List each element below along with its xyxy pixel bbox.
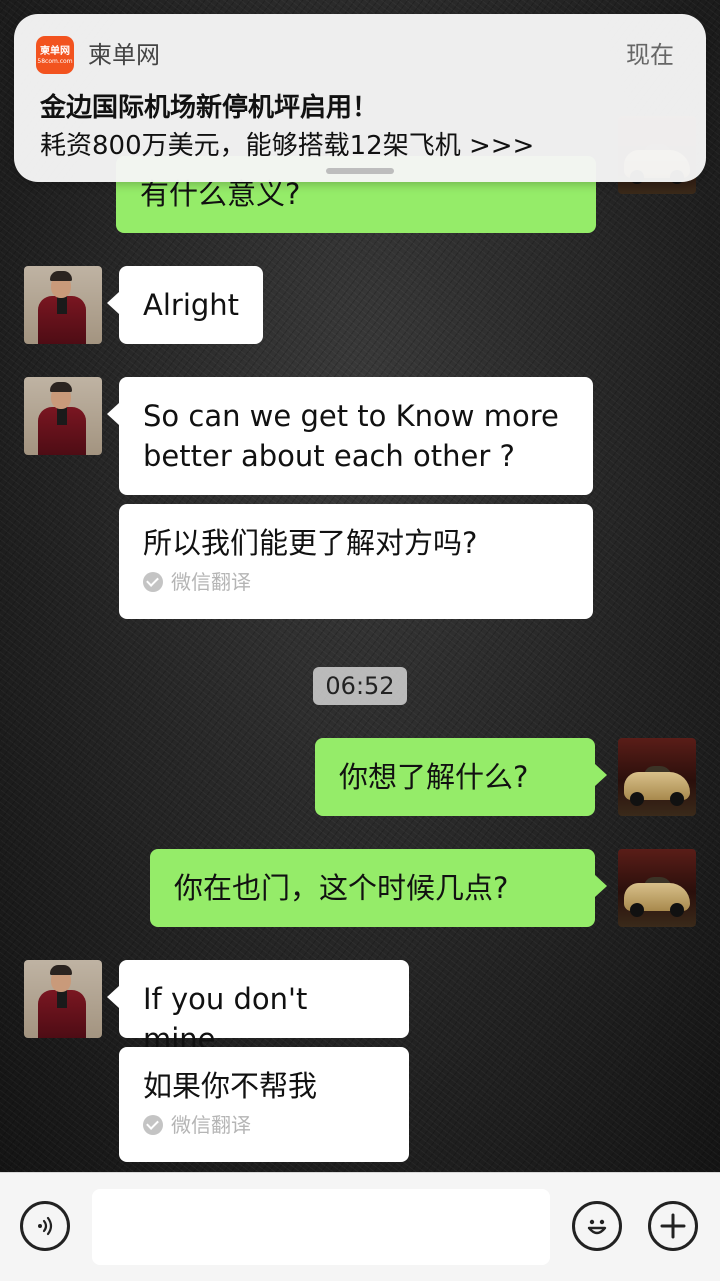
contact-avatar[interactable]	[24, 377, 102, 455]
message-text: 你想了解什么?	[339, 760, 529, 794]
check-icon	[143, 1115, 163, 1135]
message-bubble[interactable]: 你在也门，这个时候几点?	[150, 849, 607, 927]
check-icon	[143, 572, 163, 592]
message-text-line: better about each other ?	[143, 439, 515, 473]
app-logo-subtext: 58com.com	[37, 57, 73, 65]
notification-title: 金边国际机场新停机坪启用！	[40, 93, 379, 123]
emoji-icon	[587, 1219, 607, 1235]
message-input[interactable]	[92, 1189, 550, 1265]
message-bubble[interactable]: If you don't mine	[107, 960, 409, 1056]
message-bubble[interactable]: Alright	[107, 266, 263, 344]
voice-icon	[38, 1216, 53, 1236]
notification-body: 耗资800万美元，能够搭载12架飞机 >>>	[40, 131, 535, 161]
push-notification[interactable]: 柬单网 58com.com 柬单网 现在 金边国际机场新停机坪启用！ 耗资800…	[14, 14, 706, 182]
my-avatar[interactable]	[618, 738, 696, 816]
emoji-button[interactable]	[572, 1201, 622, 1251]
app-logo-icon: 柬单网 58com.com	[36, 36, 74, 74]
translation-label: 微信翻译	[171, 1113, 251, 1137]
contact-avatar[interactable]	[24, 960, 102, 1038]
message-bubble[interactable]: 你想了解什么?	[315, 738, 607, 816]
app-logo-text: 柬单网	[40, 45, 70, 57]
translation-tag: 微信翻译	[143, 569, 569, 595]
translation-bubble[interactable]: 如果你不帮我 微信翻译	[119, 1047, 409, 1162]
notification-time: 现在	[626, 41, 674, 69]
translation-bubble[interactable]: 所以我们能更了解对方吗? 微信翻译	[119, 504, 593, 619]
plus-icon	[660, 1213, 686, 1239]
translation-label: 微信翻译	[171, 570, 251, 594]
contact-avatar[interactable]	[24, 266, 102, 344]
my-avatar[interactable]	[618, 849, 696, 927]
translation-text: 如果你不帮我	[143, 1069, 318, 1103]
message-text: 你在也门，这个时候几点?	[174, 871, 509, 905]
chat-timestamp: 06:52	[313, 667, 407, 705]
notification-handle[interactable]	[326, 168, 394, 174]
message-text-line: So can we get to Know more	[143, 399, 559, 433]
message-bubble[interactable]: So can we get to Know more better about …	[107, 377, 593, 495]
notification-app-name: 柬单网	[88, 41, 160, 69]
translation-text: 所以我们能更了解对方吗?	[143, 526, 478, 560]
message-text: Alright	[143, 288, 240, 322]
more-button[interactable]	[648, 1201, 698, 1251]
translation-tag: 微信翻译	[143, 1112, 385, 1138]
voice-button[interactable]	[20, 1201, 70, 1251]
